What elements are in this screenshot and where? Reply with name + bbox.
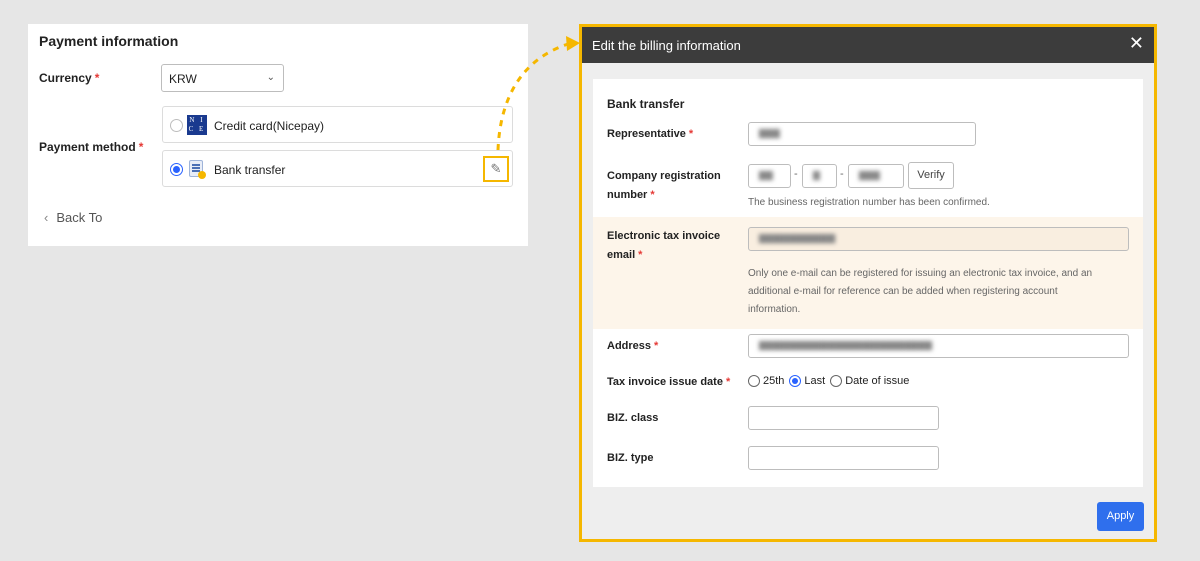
representative-label: Representative * <box>607 125 693 144</box>
radio-credit-card[interactable] <box>170 119 183 132</box>
blurred-value: ▇▇ <box>759 170 773 180</box>
company-reg-label-line2: number <box>607 189 648 201</box>
apply-button[interactable]: Apply <box>1097 502 1144 531</box>
address-label: Address * <box>607 337 658 356</box>
company-reg-label-line1: Company registration <box>607 170 721 182</box>
edit-pencil-icon[interactable]: ✎ <box>483 156 509 182</box>
tax-email-input[interactable]: ▇▇▇▇▇▇▇▇▇▇▇ <box>748 227 1129 251</box>
payment-method-label: Payment method * <box>39 140 143 154</box>
representative-label-text: Representative <box>607 128 686 140</box>
currency-select[interactable]: KRW ⌄ <box>161 64 284 92</box>
chevron-down-icon: ⌄ <box>266 72 275 83</box>
blurred-value: ▇▇▇ <box>759 128 780 138</box>
tax-email-hint-line1: Only one e-mail can be registered for is… <box>748 268 1093 279</box>
blurred-value: ▇ <box>813 170 820 180</box>
dash-separator: - <box>840 168 844 180</box>
required-mark: * <box>650 189 655 201</box>
payment-option-credit-card[interactable]: N I C E Credit card(Nicepay) <box>162 106 513 143</box>
currency-value: KRW <box>169 72 197 86</box>
chevron-left-icon: ‹ <box>44 210 49 225</box>
blurred-value: ▇▇▇▇▇▇▇▇▇▇▇▇▇▇▇▇▇▇▇▇▇▇▇▇▇ <box>759 340 933 350</box>
reg-number-part3[interactable]: ▇▇▇ <box>848 164 904 188</box>
close-icon[interactable]: ✕ <box>1129 34 1144 52</box>
biz-class-label: BIZ. class <box>607 412 659 424</box>
back-link[interactable]: ‹ Back To <box>44 210 102 225</box>
bank-transfer-label: Bank transfer <box>214 163 286 177</box>
required-mark: * <box>688 128 694 140</box>
tax-email-label-line1: Electronic tax invoice <box>607 230 721 242</box>
arrow-head-icon <box>566 36 580 51</box>
radio-date-of-issue[interactable] <box>830 375 843 387</box>
verify-button[interactable]: Verify <box>908 162 954 189</box>
tax-email-label-line2: email <box>607 249 636 261</box>
issue-date-label: Tax invoice issue date * <box>607 373 730 392</box>
tax-email-hint-line2: additional e-mail for reference can be a… <box>748 286 1058 297</box>
required-mark: * <box>725 376 731 388</box>
dash-separator: - <box>794 168 798 180</box>
representative-input[interactable]: ▇▇▇ <box>748 122 976 146</box>
modal-header: Edit the billing information ✕ <box>582 27 1154 63</box>
tax-email-label: Electronic tax invoice email * <box>607 227 720 265</box>
issue-date-label-text: Tax invoice issue date <box>607 376 723 388</box>
radio-bank-transfer[interactable] <box>170 163 183 176</box>
required-mark: * <box>638 249 643 261</box>
issue-date-radio-group: 25th Last Date of issue <box>748 375 914 387</box>
payment-panel: Payment information Currency * KRW ⌄ Paym… <box>28 24 528 246</box>
biz-type-input[interactable] <box>748 446 939 470</box>
connector-arrow <box>496 36 580 151</box>
radio-25th-label: 25th <box>763 375 785 387</box>
currency-label-text: Currency <box>39 71 92 85</box>
address-label-text: Address <box>607 340 652 352</box>
section-title: Bank transfer <box>607 97 685 111</box>
edit-billing-modal: Edit the billing information ✕ Bank tran… <box>579 24 1157 542</box>
payment-title: Payment information <box>39 33 179 49</box>
reg-confirmed-hint: The business registration number has bee… <box>748 197 990 208</box>
nicepay-logo: N I C E <box>187 115 207 135</box>
tax-email-hint-line3: information. <box>748 304 801 315</box>
address-input[interactable]: ▇▇▇▇▇▇▇▇▇▇▇▇▇▇▇▇▇▇▇▇▇▇▇▇▇ <box>748 334 1129 358</box>
company-reg-label: Company registration number * <box>607 167 721 205</box>
blurred-value: ▇▇▇▇▇▇▇▇▇▇▇ <box>759 233 836 243</box>
reg-number-part1[interactable]: ▇▇ <box>748 164 791 188</box>
payment-option-bank-transfer[interactable]: Bank transfer ✎ <box>162 150 513 187</box>
blurred-value: ▇▇▇ <box>859 170 880 180</box>
radio-date-of-issue-label: Date of issue <box>845 375 910 387</box>
payment-method-label-text: Payment method <box>39 140 136 154</box>
required-mark: * <box>654 340 659 352</box>
required-mark: * <box>94 71 100 85</box>
biz-type-label: BIZ. type <box>607 452 654 464</box>
currency-label: Currency * <box>39 71 99 85</box>
required-mark: * <box>138 140 144 154</box>
billing-form: Bank transfer Representative * ▇▇▇ Compan… <box>593 79 1143 487</box>
reg-number-part2[interactable]: ▇ <box>802 164 837 188</box>
radio-25th[interactable] <box>748 375 760 387</box>
back-label: Back To <box>56 210 103 225</box>
biz-class-input[interactable] <box>748 406 939 430</box>
tax-email-hint: Only one e-mail can be registered for is… <box>748 265 1092 319</box>
modal-title: Edit the billing information <box>592 38 741 53</box>
radio-last-label: Last <box>804 375 826 387</box>
bank-transfer-icon <box>189 160 206 179</box>
credit-card-label: Credit card(Nicepay) <box>214 119 325 133</box>
radio-last[interactable] <box>789 375 802 387</box>
